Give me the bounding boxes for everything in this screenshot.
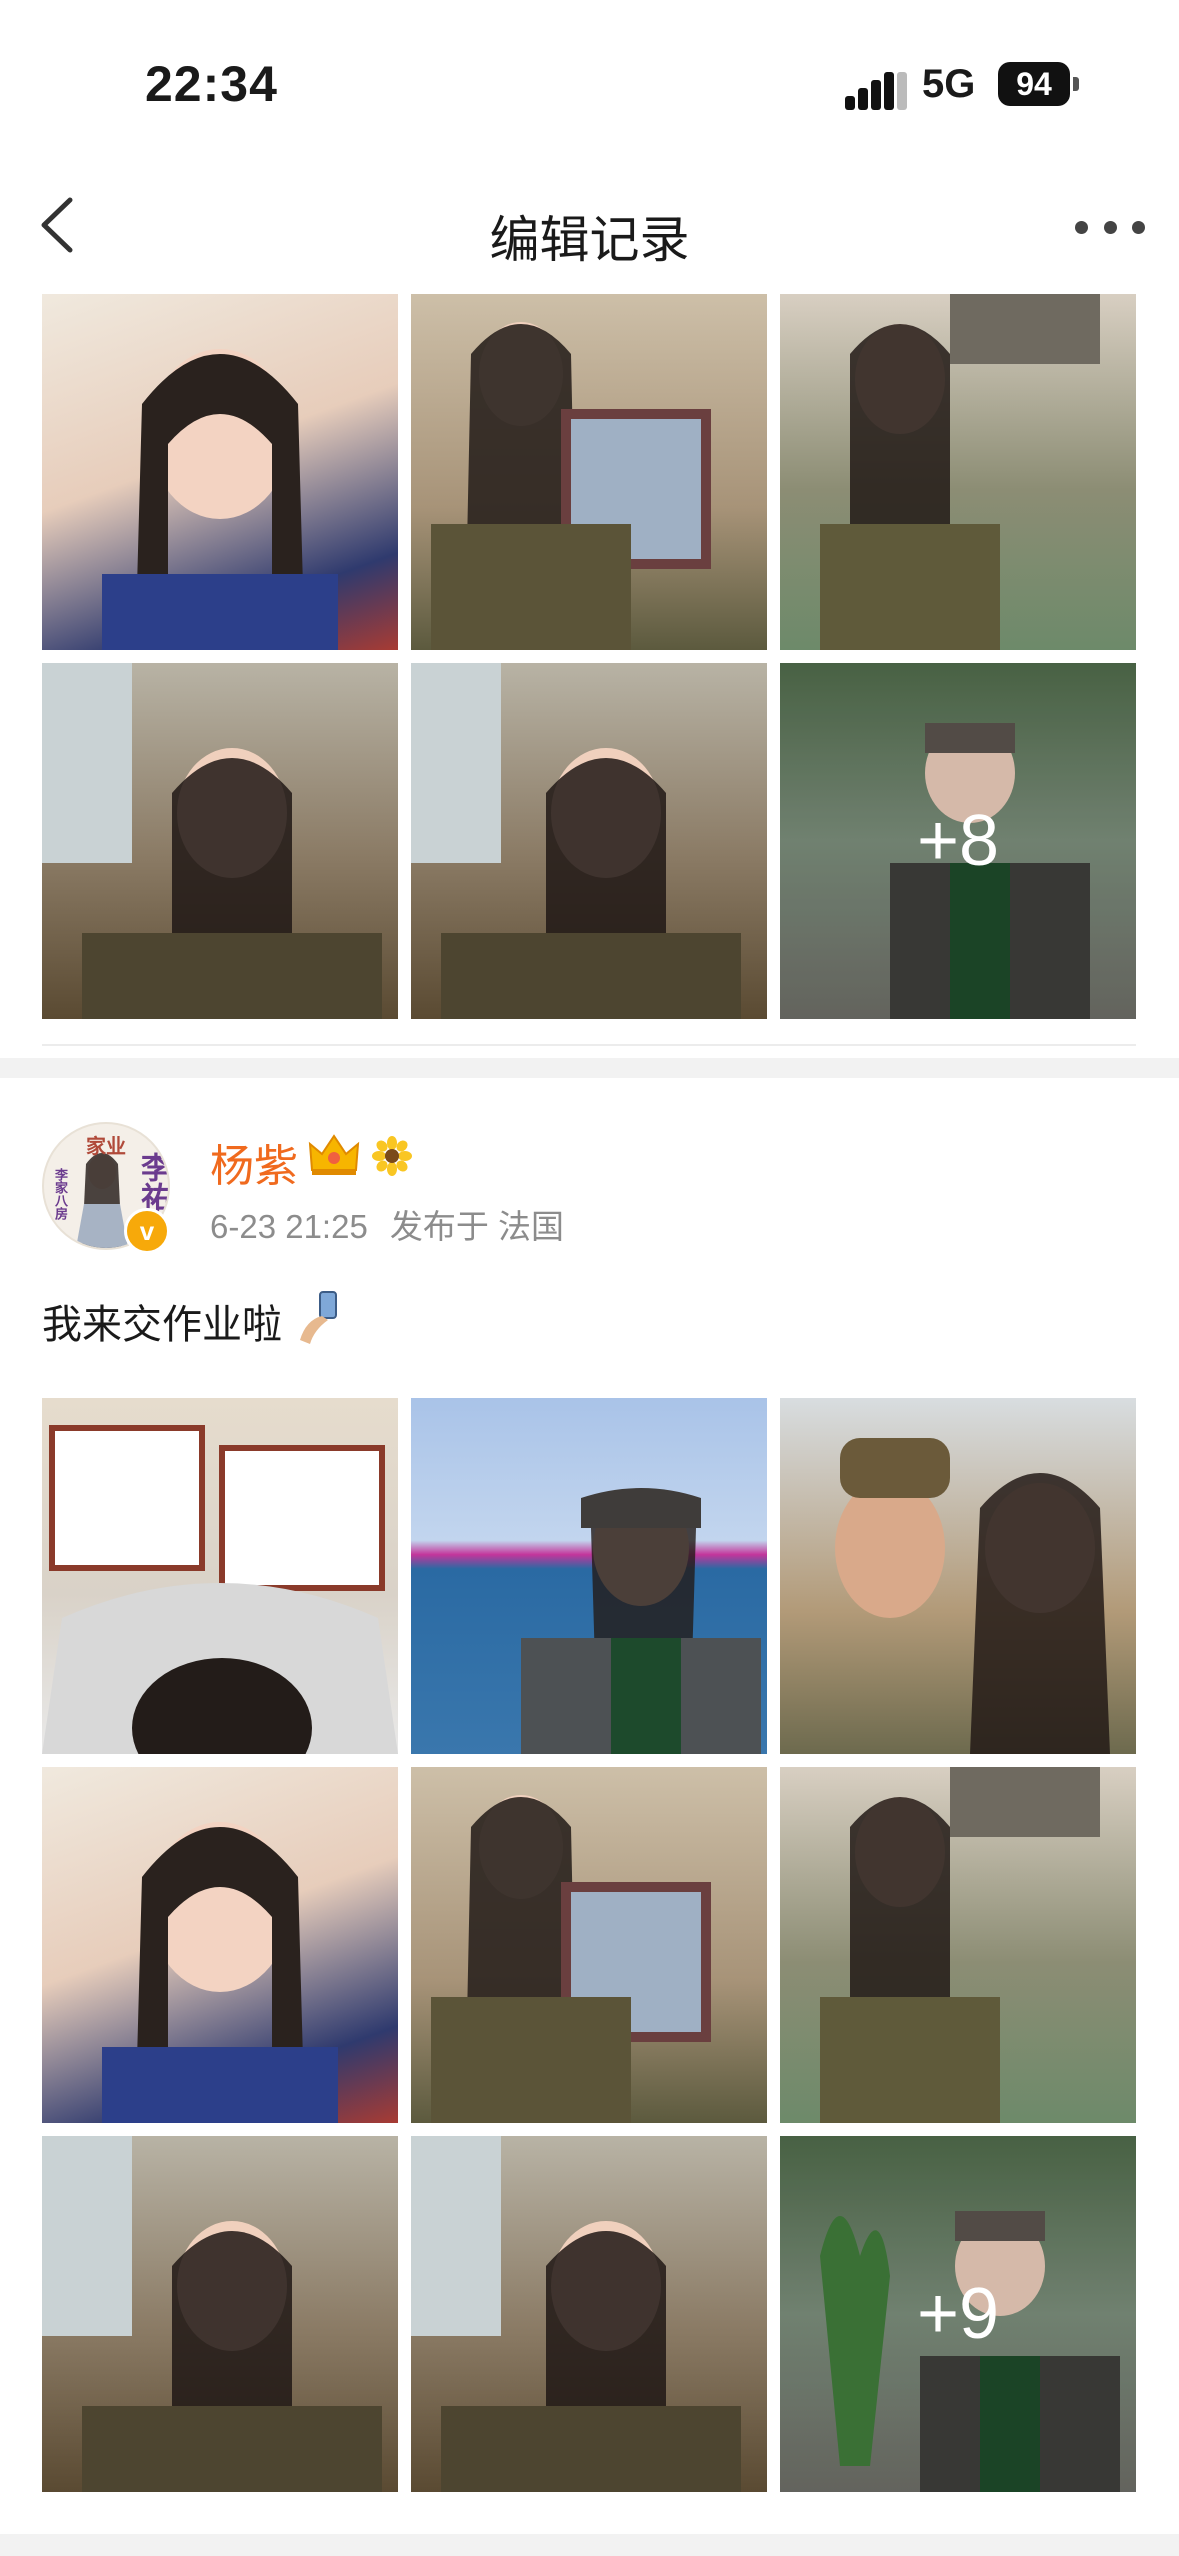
sunflower-icon: [372, 1136, 412, 1176]
photo-thumbnail[interactable]: [411, 294, 767, 650]
more-dot: [1132, 220, 1145, 234]
photo-thumbnail[interactable]: [42, 2136, 398, 2492]
photo-thumbnail[interactable]: [780, 1398, 1136, 1754]
more-photos-count: +8: [780, 663, 1136, 1019]
author-name[interactable]: 杨紫: [210, 1130, 298, 1194]
photo-thumbnail[interactable]: [411, 1767, 767, 2123]
photo-thumbnail[interactable]: [42, 294, 398, 650]
photo-thumbnail[interactable]: [411, 663, 767, 1019]
photo-thumbnail[interactable]: [780, 294, 1136, 650]
more-photos-count: +9: [780, 2136, 1136, 2492]
photo-grid-post: +9: [42, 1398, 1136, 2494]
battery-icon: 94: [998, 62, 1070, 106]
signal-icon: [845, 68, 907, 110]
photo-thumbnail[interactable]: [411, 2136, 767, 2492]
post-meta: 6-23 21:25 发布于 法国: [210, 1200, 564, 1248]
divider: [42, 1044, 1136, 1046]
post-date: 6-23 21:25: [210, 1208, 368, 1245]
photo-thumbnail[interactable]: [411, 1398, 767, 1754]
post-location: 发布于 法国: [389, 1208, 564, 1245]
photo-thumbnail-more[interactable]: +9: [780, 2136, 1136, 2492]
avatar-text-top: 家业: [86, 1134, 126, 1158]
more-options-button[interactable]: [1075, 212, 1145, 242]
post-text: 我来交作业啦: [42, 1303, 282, 1347]
crown-icon: [308, 1134, 360, 1175]
verified-badge-icon: v: [124, 1208, 170, 1254]
nav-bar: 编辑记录: [0, 160, 1179, 292]
network-type: 5G: [922, 62, 976, 106]
photo-thumbnail[interactable]: [42, 663, 398, 1019]
photo-grid-previous: +8: [42, 294, 1136, 1019]
photo-thumbnail[interactable]: [780, 1767, 1136, 2123]
avatar-text-right: 李祐: [135, 1152, 170, 1212]
more-dot: [1103, 220, 1117, 234]
avatar-text-left: 李家八房: [52, 1168, 67, 1220]
section-separator: [0, 2534, 1179, 2556]
photo-thumbnail[interactable]: [42, 1398, 398, 1754]
status-time: 22:34: [145, 56, 278, 112]
battery-level: 94: [1016, 65, 1052, 102]
more-dots-icon: [1075, 220, 1088, 234]
status-bar: 22:34 5G 94: [0, 0, 1179, 160]
photo-thumbnail-more[interactable]: +8: [780, 663, 1136, 1019]
battery-tip: [1073, 77, 1079, 91]
selfie-phone-icon: [300, 1291, 337, 1344]
page-title: 编辑记录: [489, 212, 690, 268]
section-separator: [0, 1058, 1179, 1078]
photo-thumbnail[interactable]: [42, 1767, 398, 2123]
